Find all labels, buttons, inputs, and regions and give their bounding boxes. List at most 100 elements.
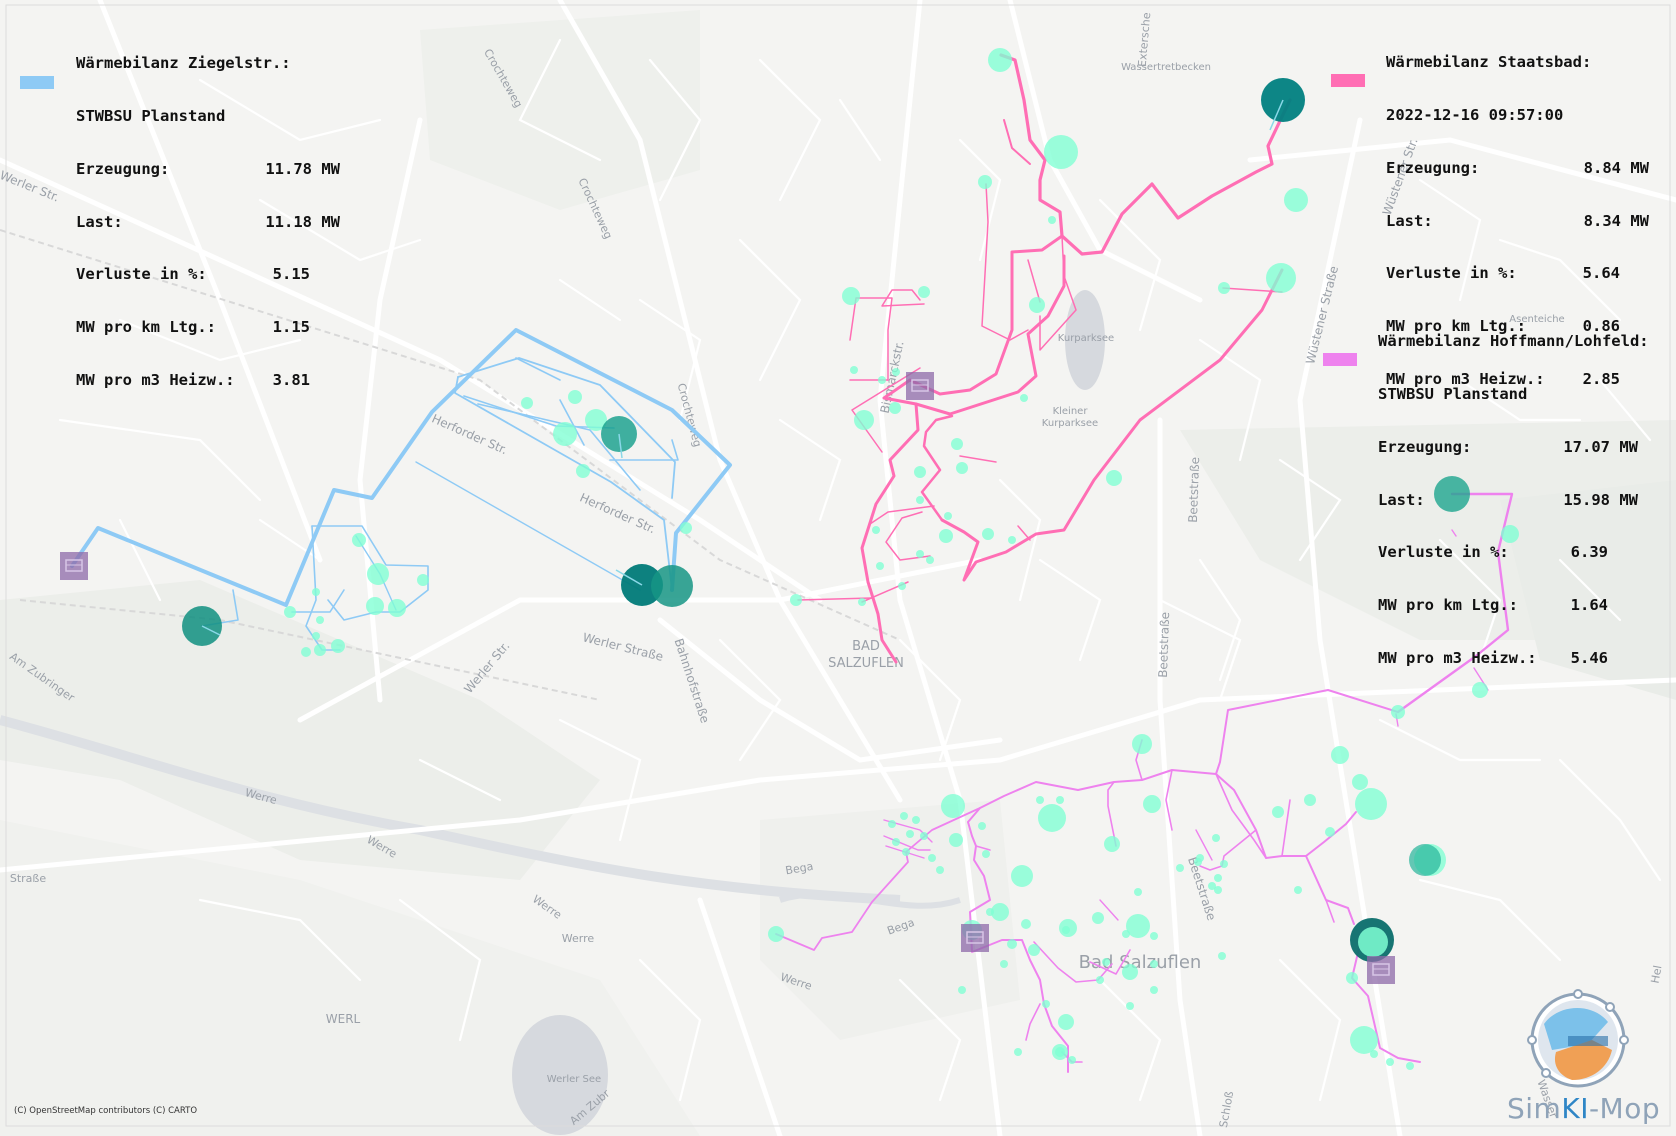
panel-staatsbad-label-last: Last: xyxy=(1386,211,1433,230)
consumer-node-16 xyxy=(939,529,953,543)
consumer-node-39 xyxy=(367,563,389,585)
consumer-node-63 xyxy=(1038,804,1066,832)
map-label-beetstrasse-1: Beetstraße xyxy=(1186,457,1202,523)
consumer-node-121 xyxy=(991,903,1009,921)
consumer-node-99 xyxy=(936,866,944,874)
consumer-node-73 xyxy=(1021,919,1031,929)
consumer-node-118 xyxy=(1294,886,1302,894)
consumer-node-69 xyxy=(982,850,990,858)
producer-node-6 xyxy=(1409,844,1441,876)
consumer-node-25 xyxy=(898,582,906,590)
consumer-node-15 xyxy=(1106,470,1122,486)
panel-staatsbad-value-verluste: 5.64 xyxy=(1582,264,1620,283)
consumer-node-4 xyxy=(1029,297,1045,313)
panel-staatsbad-title: Wärmebilanz Staatsbad: xyxy=(1386,53,1592,72)
consumer-node-11 xyxy=(1284,188,1308,212)
consumer-node-27 xyxy=(790,594,802,606)
panel-hoffmann-value-mw-m3: 5.46 xyxy=(1570,648,1608,667)
panel-staatsbad-subtitle: 2022-12-16 09:57:00 xyxy=(1386,105,1564,124)
panel-ziegelstr-subtitle: STWBSU Planstand xyxy=(76,106,226,125)
consumer-node-115 xyxy=(1386,1058,1394,1066)
consumer-node-44 xyxy=(312,588,320,596)
consumer-node-54 xyxy=(1352,774,1368,790)
consumer-node-120 xyxy=(1176,864,1184,872)
plant-icon-body-1 xyxy=(906,372,934,400)
map-label-bad-salzuflen: Bad Salzuflen xyxy=(1079,952,1202,973)
consumer-node-84 xyxy=(1194,858,1202,866)
consumer-node-22 xyxy=(892,368,900,376)
consumer-node-106 xyxy=(1028,944,1040,956)
consumer-node-30 xyxy=(876,562,884,570)
consumer-node-46 xyxy=(331,639,345,653)
map-label-city-center-1: BAD xyxy=(852,639,880,654)
consumer-node-17 xyxy=(982,528,994,540)
legend-swatch-staatsbad xyxy=(1331,74,1365,87)
consumer-node-35 xyxy=(553,422,577,446)
panel-ziegelstr-label-mw-km: MW pro km Ltg.: xyxy=(76,318,216,337)
map-label-kurparksee: Kurparksee xyxy=(1058,333,1114,344)
panel-ziegelstr: Wärmebilanz Ziegelstr.: STWBSU Planstand… xyxy=(76,20,340,407)
consumer-node-105 xyxy=(958,986,966,994)
consumer-node-95 xyxy=(978,822,986,830)
brand-part-mop: -Mop xyxy=(1588,1092,1661,1125)
consumer-node-59 xyxy=(1325,827,1335,837)
consumer-node-86 xyxy=(1214,886,1222,894)
legend-swatch-hoffmann xyxy=(1323,353,1357,366)
consumer-node-64 xyxy=(1056,796,1064,804)
consumer-node-14 xyxy=(914,466,926,478)
consumer-node-49 xyxy=(312,632,320,640)
panel-staatsbad-value-erzeugung: 8.84 MW xyxy=(1583,158,1649,177)
legend-swatch-ziegelstr xyxy=(20,76,54,89)
producer-node-3 xyxy=(651,565,693,607)
brand-wordmark: SimKI-Mop xyxy=(1507,1092,1660,1125)
consumer-node-108 xyxy=(1150,986,1158,994)
consumer-node-12 xyxy=(951,438,963,450)
consumer-node-66 xyxy=(941,794,965,818)
consumer-node-89 xyxy=(1058,1014,1074,1030)
panel-staatsbad-value-last: 8.34 MW xyxy=(1583,211,1649,230)
consumer-node-122 xyxy=(1055,1047,1065,1057)
consumer-node-9 xyxy=(1218,282,1230,294)
consumer-node-78 xyxy=(1134,888,1142,896)
consumer-node-80 xyxy=(1212,834,1220,842)
panel-ziegelstr-value-last: 11.18 MW xyxy=(265,212,340,231)
consumer-node-24 xyxy=(872,526,880,534)
map-label-werre-4: Werre xyxy=(562,932,595,945)
consumer-node-76 xyxy=(1092,912,1104,924)
panel-hoffmann-label-mw-m3: MW pro m3 Heizw.: xyxy=(1378,648,1537,667)
consumer-node-117 xyxy=(1346,972,1358,984)
panel-hoffmann-value-verluste: 6.39 xyxy=(1570,543,1608,562)
consumer-node-101 xyxy=(892,838,900,846)
panel-ziegelstr-label-mw-m3: MW pro m3 Heizw.: xyxy=(76,370,235,389)
consumer-node-31 xyxy=(944,512,952,520)
panel-ziegelstr-value-verluste: 5.15 xyxy=(272,265,310,284)
consumer-node-47 xyxy=(314,644,326,656)
plant-icon-3 xyxy=(1367,956,1395,984)
consumer-node-94 xyxy=(1014,1048,1022,1056)
consumer-node-32 xyxy=(521,397,533,409)
map-label-strasse-left: Straße xyxy=(10,872,46,885)
consumer-node-7 xyxy=(854,410,874,430)
consumer-node-18 xyxy=(1020,394,1028,402)
consumer-node-40 xyxy=(366,597,384,615)
consumer-node-55 xyxy=(1355,788,1387,820)
consumer-node-70 xyxy=(1011,865,1033,887)
consumer-node-79 xyxy=(1122,964,1138,980)
consumer-node-111 xyxy=(1102,958,1110,966)
panel-hoffmann-label-verluste: Verluste in %: xyxy=(1378,543,1509,562)
consumer-node-119 xyxy=(1218,952,1226,960)
consumer-node-98 xyxy=(928,854,936,862)
panel-hoffmann-value-erzeugung: 17.07 MW xyxy=(1563,437,1638,456)
consumer-node-19 xyxy=(1008,536,1016,544)
consumer-node-1 xyxy=(1044,135,1078,169)
consumer-node-41 xyxy=(388,599,406,617)
consumer-node-60 xyxy=(1132,734,1152,754)
panel-ziegelstr-title: Wärmebilanz Ziegelstr.: xyxy=(76,54,291,73)
panel-ziegelstr-label-erzeugung: Erzeugung: xyxy=(76,159,170,178)
consumer-node-104 xyxy=(768,926,784,942)
panel-hoffmann-label-mw-km: MW pro km Ltg.: xyxy=(1378,596,1518,615)
plant-icon-body-2 xyxy=(961,924,989,952)
map-label-wassertretbecken: Wassertretbecken xyxy=(1121,62,1211,73)
consumer-node-113 xyxy=(1350,1026,1378,1054)
consumer-node-61 xyxy=(1143,795,1161,813)
